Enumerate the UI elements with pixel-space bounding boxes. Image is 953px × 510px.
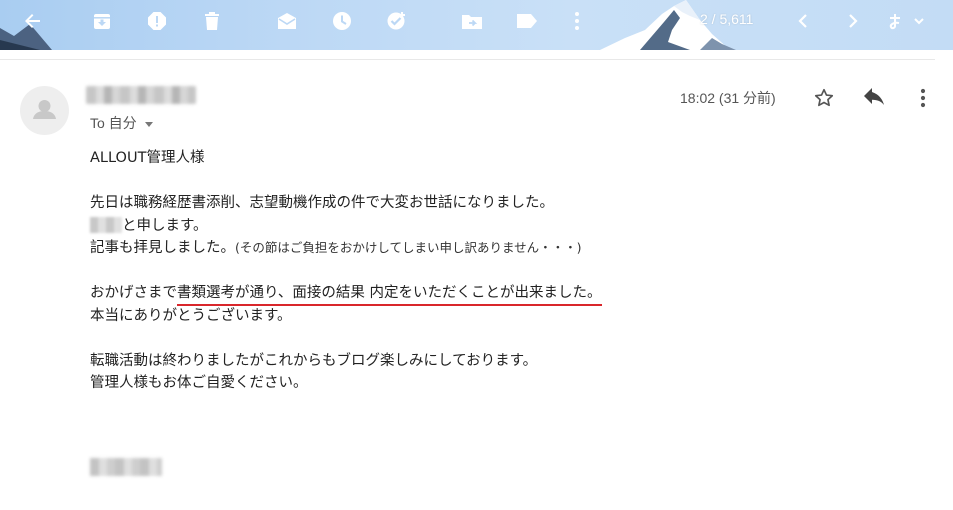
body-line-2: と申します。 [90,215,910,238]
signature-redacted [90,458,162,476]
back-button[interactable] [18,8,48,34]
toolbar: 2 / 5,611 [0,0,953,50]
name-redacted [90,216,122,233]
message-more-button[interactable] [909,84,937,112]
add-to-tasks-button[interactable] [382,8,412,34]
body-line-3: 記事も拝見しました。(その節はご負担をおかけしてしまい申し訳ありません・・・) [90,240,582,256]
input-tools-icon [889,14,924,30]
body-line-1: 先日は職務経歴書添削、志望動機作成の件で大変お世話になりました。 [90,195,554,211]
person-icon [33,100,56,119]
archive-icon [94,14,110,29]
toolbar-divider [0,59,935,60]
sender-name-redacted [86,86,196,104]
input-tools-button[interactable] [884,8,930,34]
next-icon [849,14,858,28]
mark-unread-icon [278,13,296,29]
message-time: 18:02 (31 分前) [680,90,776,106]
delete-icon [205,12,219,30]
snooze-button[interactable] [327,8,357,34]
previous-message-button[interactable] [788,8,818,34]
body-line-6: 転職活動は終わりましたがこれからもブログ楽しみにしております。 [90,352,538,369]
move-to-button[interactable] [457,8,487,34]
recipient-label: To 自分 [90,115,137,131]
snooze-icon [333,12,351,30]
body-line-4: おかげさまで書類選考が通り、面接の結果 内定をいただくことが出来ました。 [90,282,910,306]
label-icon [517,14,537,28]
reply-button[interactable] [860,84,888,112]
archive-button[interactable] [87,8,117,34]
back-arrow-icon [25,14,40,28]
recipient-details-toggle[interactable]: To 自分 [90,113,153,133]
message-body: ALLOUT管理人様 先日は職務経歴書添削、志望動機作成の件で大変お世話になりま… [90,147,910,395]
report-spam-button[interactable] [142,8,172,34]
highlighted-result: 書類選考が通り、面接の結果 内定をいただくことが出来ました。 [177,285,602,306]
report-spam-icon [148,12,166,30]
star-button[interactable] [810,84,838,112]
body-line-7: 管理人様もお体ご自愛ください。 [90,375,308,391]
reply-icon [864,88,884,105]
sender-avatar[interactable] [20,86,69,135]
greeting: ALLOUT管理人様 [90,150,205,166]
star-icon [814,88,834,107]
more-actions-button[interactable] [562,8,592,34]
prev-icon [798,14,807,28]
more-vert-icon [920,88,926,108]
body-line-5: 本当にありがとうございます。 [90,307,292,324]
message-counter: 2 / 5,611 [700,11,754,27]
more-icon [575,12,579,30]
next-message-button[interactable] [838,8,868,34]
mark-unread-button[interactable] [272,8,302,34]
delete-button[interactable] [197,8,227,34]
add-to-tasks-icon [387,12,405,30]
apology-note: (その節はご負担をおかけしてしまい申し訳ありません・・・) [235,240,582,255]
caret-down-icon [144,121,153,127]
label-button[interactable] [512,8,542,34]
move-to-icon [462,15,482,29]
